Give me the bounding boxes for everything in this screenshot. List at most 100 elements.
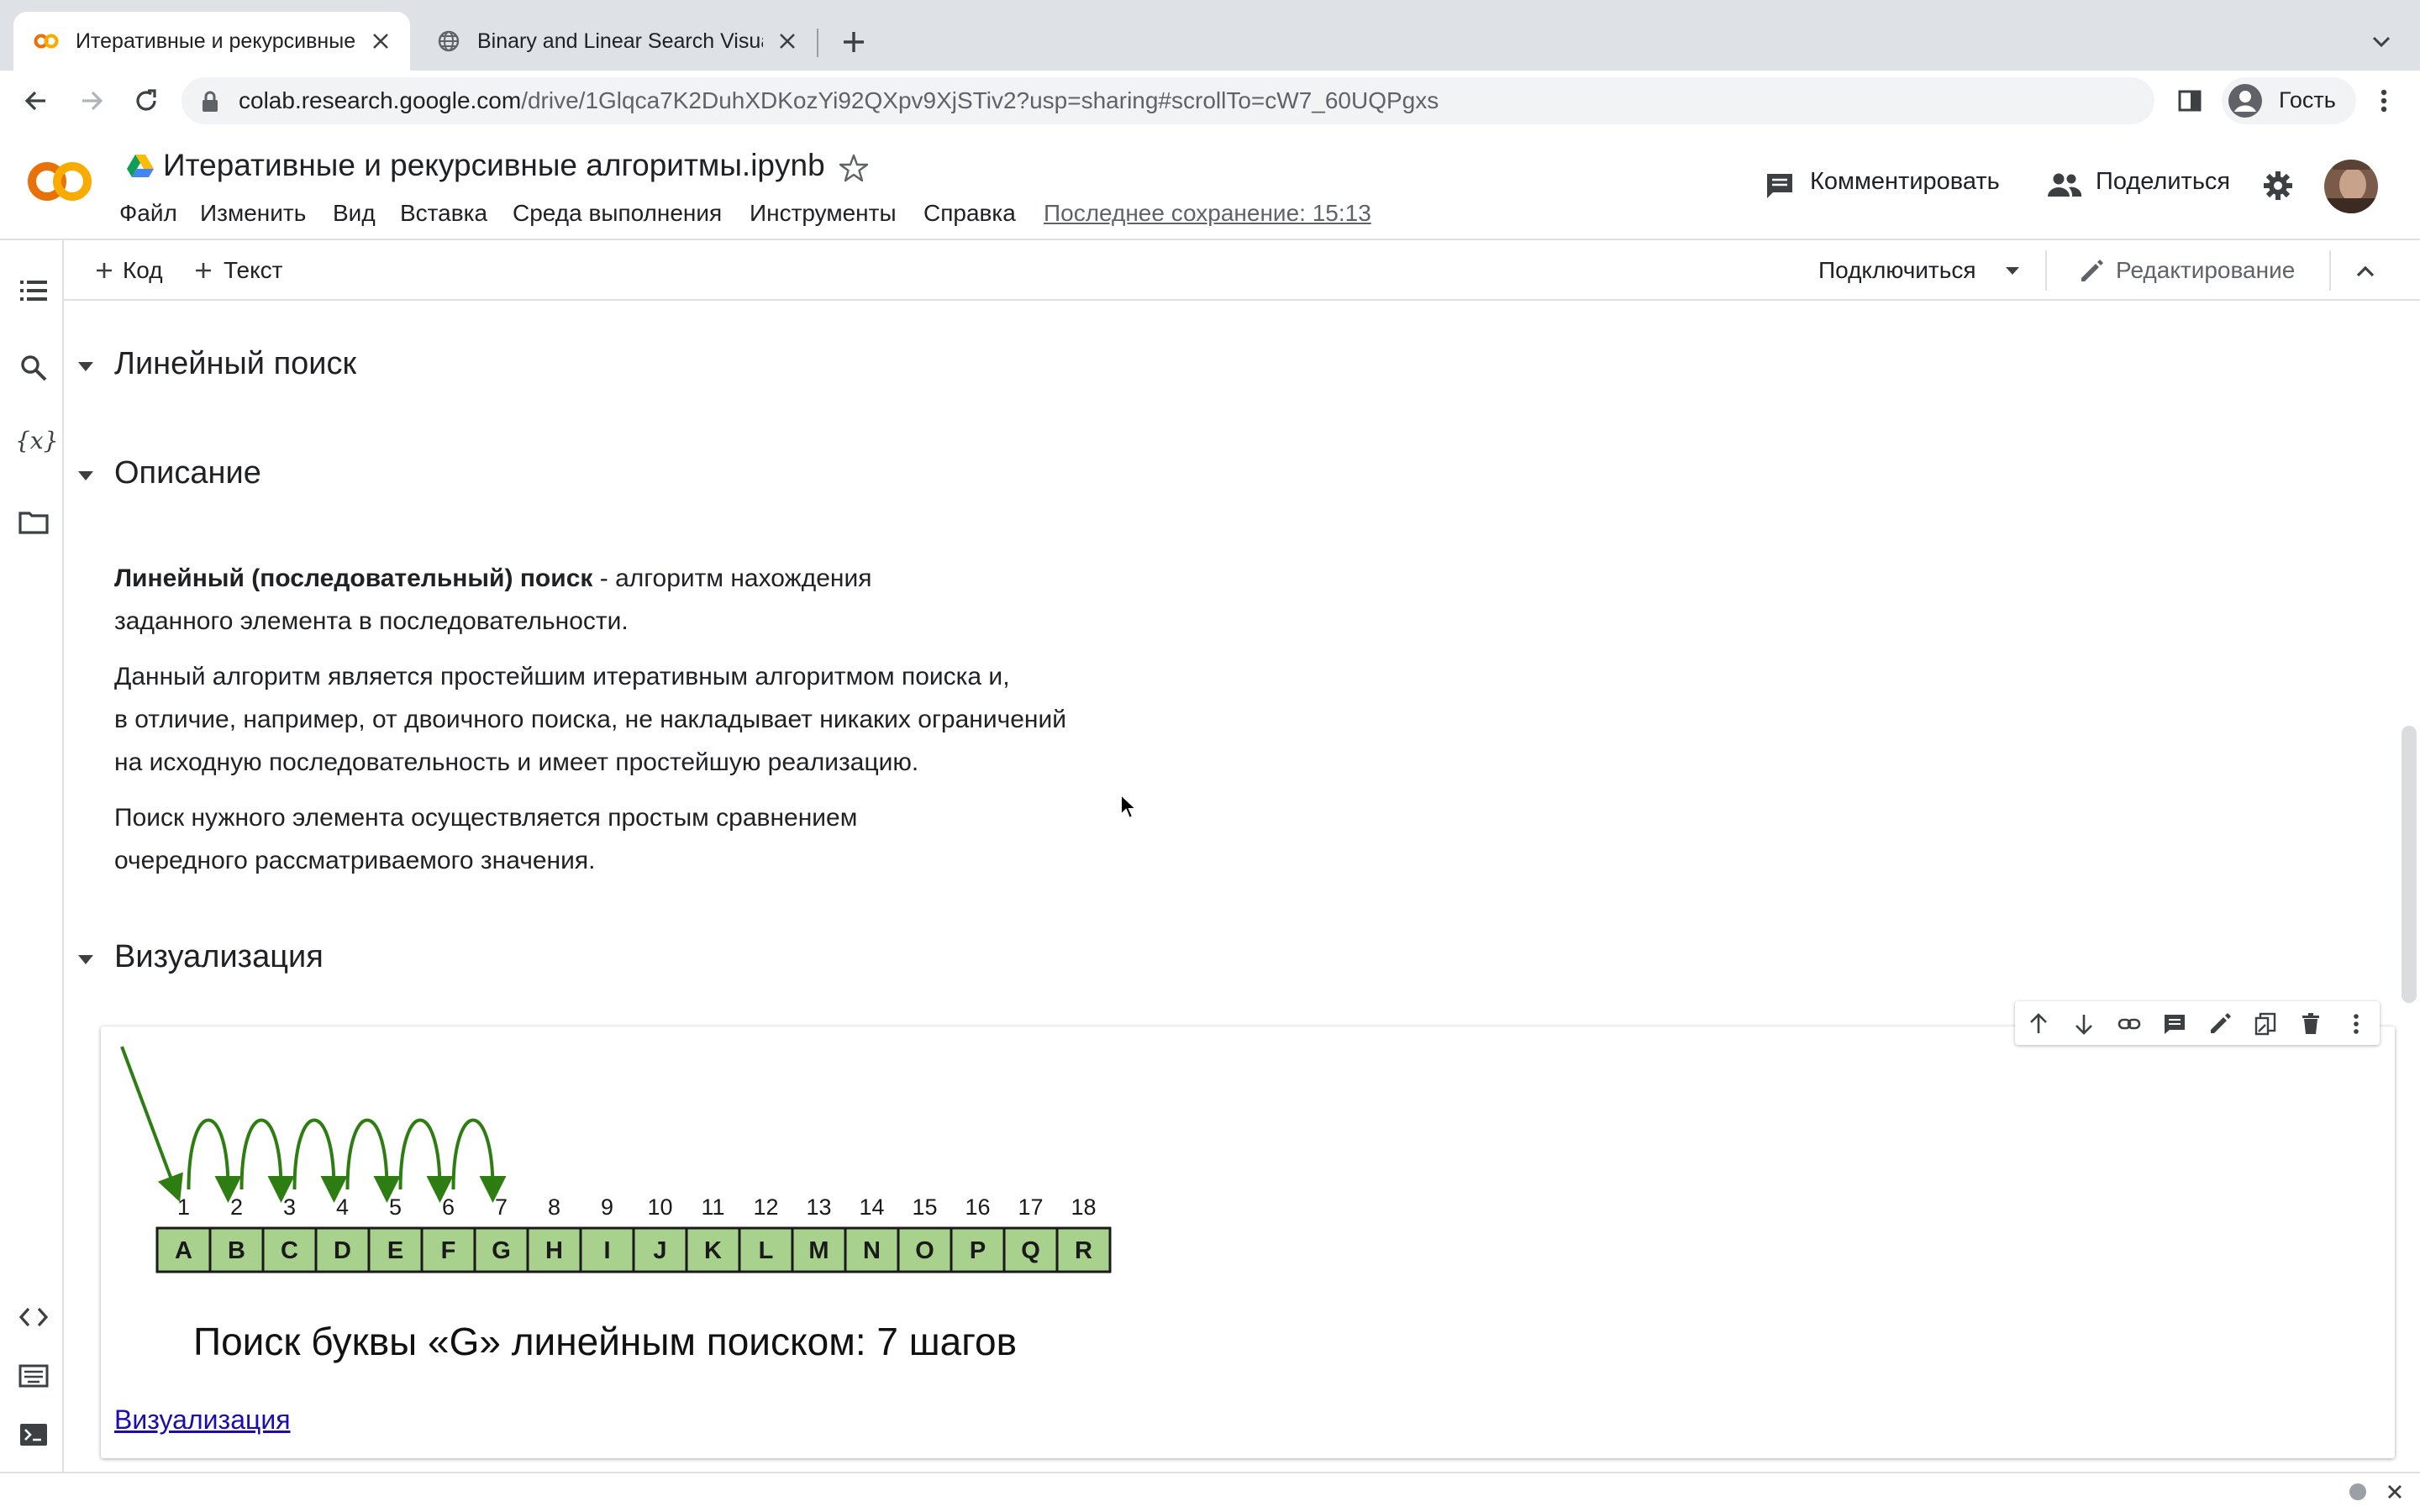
letter-label: N bbox=[863, 1237, 881, 1264]
letter-label: E bbox=[387, 1237, 403, 1264]
letter-label: O bbox=[915, 1237, 934, 1264]
section-heading-description: Описание bbox=[114, 455, 261, 491]
toolbar-divider bbox=[2045, 250, 2047, 291]
visualization-link[interactable]: Визуализация bbox=[114, 1404, 291, 1436]
search-step-arrow bbox=[398, 1118, 454, 1203]
collapse-section-caret-icon[interactable] bbox=[76, 949, 96, 969]
scrollbar-thumb[interactable] bbox=[2402, 726, 2417, 1003]
connect-button[interactable]: Подключиться bbox=[1818, 257, 1976, 284]
collapse-section-caret-icon[interactable] bbox=[76, 356, 96, 376]
toolbar-divider bbox=[2329, 250, 2331, 291]
edit-pencil-icon[interactable] bbox=[2207, 1011, 2233, 1037]
tab-active[interactable]: Итеративные и рекурсивные bbox=[13, 12, 410, 71]
letter-label: G bbox=[492, 1237, 511, 1264]
move-cell-up-arrow-icon[interactable] bbox=[2026, 1011, 2051, 1037]
new-tab-plus-icon[interactable] bbox=[837, 25, 871, 59]
notebook-title[interactable]: Итеративные и рекурсивные алгоритмы.ipyn… bbox=[163, 148, 825, 183]
letter-label: M bbox=[808, 1237, 829, 1264]
more-options-kebab-icon[interactable] bbox=[2344, 1011, 2369, 1037]
paragraph-line: очередного рассматриваемого значения. bbox=[114, 847, 596, 874]
comment-icon[interactable] bbox=[1765, 171, 1795, 200]
letter-label: F bbox=[441, 1237, 456, 1264]
add-text-plus-icon[interactable] bbox=[193, 260, 213, 281]
back-arrow-icon[interactable] bbox=[20, 86, 50, 116]
terminal-icon[interactable] bbox=[17, 1418, 50, 1452]
section-heading-linear-search: Линейный поиск bbox=[114, 346, 357, 381]
menu-file[interactable]: Файл bbox=[119, 200, 177, 227]
index-number: 17 bbox=[1018, 1194, 1043, 1220]
tab-inactive[interactable]: Binary and Linear Search Visua bbox=[417, 12, 817, 71]
user-avatar[interactable] bbox=[2324, 160, 2378, 213]
paragraph-line: Данный алгоритм является простейшим итер… bbox=[114, 663, 1010, 690]
index-number: 13 bbox=[806, 1194, 831, 1220]
code-snippets-icon[interactable] bbox=[17, 1300, 50, 1334]
reload-icon[interactable] bbox=[131, 86, 161, 116]
menu-edit[interactable]: Изменить bbox=[200, 200, 306, 227]
browser-menu-kebab-icon[interactable] bbox=[2375, 86, 2393, 116]
add-code-plus-icon[interactable] bbox=[94, 260, 114, 281]
star-icon[interactable] bbox=[839, 153, 869, 183]
collapse-section-caret-icon[interactable] bbox=[76, 465, 96, 486]
comment-button[interactable]: Комментировать bbox=[1810, 168, 2000, 196]
connect-dropdown-icon[interactable] bbox=[2003, 262, 2022, 279]
index-number: 8 bbox=[548, 1194, 560, 1220]
table-of-contents-icon[interactable] bbox=[17, 274, 50, 307]
url-text[interactable]: colab.research.google.com/drive/1Glqca7K… bbox=[239, 87, 1439, 114]
side-panel-icon[interactable] bbox=[2176, 87, 2203, 114]
index-number: 11 bbox=[701, 1194, 724, 1220]
files-folder-icon[interactable] bbox=[17, 506, 50, 539]
last-saved-link[interactable]: Последнее сохранение: 15:13 bbox=[1044, 200, 1371, 227]
add-comment-icon[interactable] bbox=[2162, 1011, 2187, 1037]
command-palette-icon[interactable] bbox=[17, 1359, 50, 1393]
add-text-button[interactable]: Текст bbox=[224, 257, 283, 284]
menu-insert[interactable]: Вставка bbox=[400, 200, 487, 227]
search-icon[interactable] bbox=[17, 351, 50, 385]
paragraph-line: в отличие, например, от двоичного поиска… bbox=[114, 706, 1066, 733]
variables-icon[interactable]: {x} bbox=[15, 427, 58, 454]
mouse-cursor-icon bbox=[1120, 793, 1138, 820]
linear-search-diagram: 1 2 3 4 5 6 7 8 9 10 11 12 13 14 15 16 17 18 ABCDEFGHIJKL… bbox=[120, 1046, 1112, 1273]
paragraph-line: на исходную последовательность и имеет п… bbox=[114, 748, 919, 776]
letter-label: Q bbox=[1021, 1237, 1040, 1264]
collapse-header-chevron-up-icon[interactable] bbox=[2353, 259, 2378, 284]
delete-trash-icon[interactable] bbox=[2298, 1011, 2323, 1037]
menu-tools[interactable]: Инструменты bbox=[750, 200, 897, 227]
tab-title: Итеративные и рекурсивные bbox=[76, 29, 356, 53]
bold-term: Линейный (последовательный) поиск bbox=[114, 564, 593, 592]
menu-view[interactable]: Вид bbox=[333, 200, 376, 227]
search-step-arrow bbox=[239, 1118, 295, 1203]
lock-icon[interactable] bbox=[200, 91, 220, 113]
notebook-toolbar bbox=[64, 240, 2420, 301]
url-host: colab.research.google.com bbox=[239, 87, 522, 113]
pencil-edit-icon[interactable] bbox=[2077, 257, 2106, 286]
close-status-icon[interactable] bbox=[2385, 1482, 2405, 1502]
left-sidebar bbox=[0, 240, 64, 1472]
editing-mode-button[interactable]: Редактирование bbox=[2116, 257, 2295, 284]
index-number: 14 bbox=[859, 1194, 884, 1220]
share-button[interactable]: Поделиться bbox=[2096, 168, 2230, 196]
index-number: 1 bbox=[177, 1194, 190, 1220]
letter-label: B bbox=[228, 1237, 245, 1264]
index-number: 3 bbox=[283, 1194, 296, 1220]
menu-help[interactable]: Справка bbox=[923, 200, 1016, 227]
add-code-button[interactable]: Код bbox=[123, 257, 163, 284]
letter-label: K bbox=[704, 1237, 722, 1264]
index-number: 7 bbox=[495, 1194, 508, 1220]
search-step-arrow bbox=[120, 1046, 183, 1202]
tab-search-chevron-down-icon[interactable] bbox=[2368, 29, 2395, 55]
move-cell-down-arrow-icon[interactable] bbox=[2071, 1011, 2096, 1037]
people-share-icon[interactable] bbox=[2047, 171, 2082, 198]
settings-gear-icon[interactable] bbox=[2262, 170, 2294, 202]
close-tab-icon[interactable] bbox=[776, 30, 798, 52]
google-drive-icon[interactable] bbox=[126, 153, 155, 178]
colab-logo-icon[interactable] bbox=[24, 158, 96, 205]
mirror-cell-icon[interactable] bbox=[2253, 1011, 2278, 1037]
index-number: 2 bbox=[230, 1194, 243, 1220]
globe-icon bbox=[438, 30, 460, 52]
tab-divider bbox=[817, 29, 818, 57]
forward-arrow-icon[interactable] bbox=[77, 86, 108, 116]
menu-runtime[interactable]: Среда выполнения bbox=[513, 200, 722, 227]
close-tab-icon[interactable] bbox=[370, 30, 392, 52]
letter-label: D bbox=[334, 1237, 351, 1264]
link-icon[interactable] bbox=[2117, 1011, 2142, 1037]
